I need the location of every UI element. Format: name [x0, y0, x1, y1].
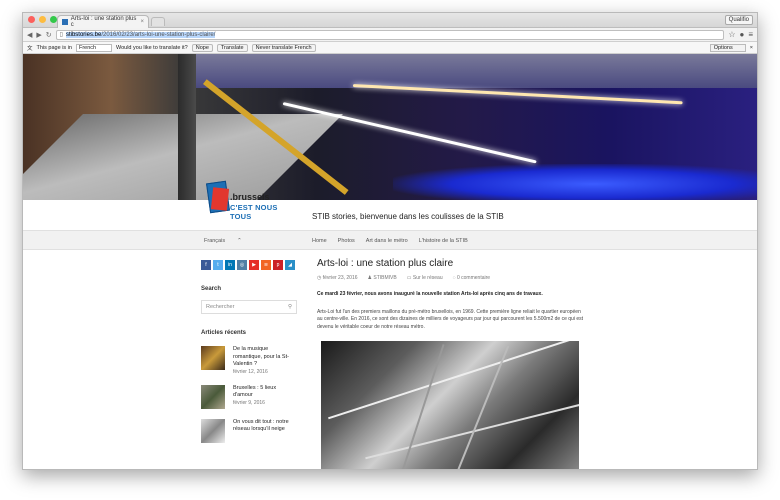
- favicon-icon: [62, 19, 68, 25]
- logo-text-bottom: C'EST NOUS TOUS: [230, 203, 278, 221]
- translate-icon: 文: [27, 45, 33, 52]
- bookmark-star-icon[interactable]: ☆: [728, 30, 735, 39]
- translate-bar: 文 This page is in French Would you like …: [23, 42, 757, 54]
- forward-icon[interactable]: ▶: [36, 31, 41, 39]
- tab-bar: Arts-loi : une station plus c × Qualifio: [23, 13, 757, 28]
- clock-icon: ◷: [317, 275, 322, 281]
- close-tab-icon[interactable]: ×: [140, 19, 144, 25]
- facebook-icon[interactable]: f: [201, 260, 211, 270]
- logo-mark-red: [210, 187, 230, 211]
- comment-icon: ◌: [452, 275, 456, 281]
- recent-thumbnail: [201, 418, 225, 443]
- recent-date: février 9, 2016: [233, 399, 265, 406]
- hero-pillar: [178, 54, 196, 200]
- photo-line: [399, 344, 445, 469]
- tab-title: Arts-loi : une station plus c: [70, 16, 137, 28]
- url-input[interactable]: ▯ stibstories.be/2016/02/23/arts-loi-une…: [55, 29, 725, 40]
- search-icon[interactable]: ⚲: [288, 304, 292, 310]
- close-translate-icon[interactable]: ×: [750, 45, 753, 51]
- post-article: Arts-loi : une station plus claire ◷ fév…: [317, 258, 587, 469]
- window-controls: [28, 16, 57, 23]
- nav-item-art[interactable]: Art dans le métro: [366, 238, 408, 244]
- language-select[interactable]: French: [75, 43, 112, 52]
- recent-title[interactable]: On vous dit tout : notre réseau lorsqu'i…: [233, 419, 297, 434]
- search-heading: Search: [201, 286, 222, 292]
- instagram-icon[interactable]: ◎: [237, 260, 247, 270]
- post-photo: [321, 341, 579, 469]
- linkedin-icon[interactable]: in: [225, 260, 235, 270]
- translate-question: Would you like to translate it?: [115, 44, 188, 51]
- post-body: Arts-Loi fut l'un des premiers maillons …: [317, 308, 583, 330]
- pinterest-icon[interactable]: p: [273, 260, 283, 270]
- folder-icon: ▭: [406, 275, 412, 281]
- translate-button[interactable]: Translate: [216, 43, 248, 52]
- post-date[interactable]: février 23, 2016: [323, 275, 358, 281]
- recent-date: février 12, 2016: [233, 368, 268, 375]
- twitter-icon[interactable]: t: [213, 260, 223, 270]
- sidebar: f t in ◎ ▶ ≋ p ◢ Search Rechercher ⚲ Art…: [201, 260, 297, 443]
- chevron-up-icon: ⌃: [237, 238, 242, 244]
- post-comments[interactable]: 0 commentaire: [457, 275, 490, 281]
- main-nav: Français ⌃ Home Photos Art dans le métro…: [23, 230, 757, 250]
- extra-social-icon[interactable]: ◢: [285, 260, 295, 270]
- nav-item-history[interactable]: L'histoire de la STIB: [419, 238, 468, 244]
- photo-line: [328, 341, 579, 420]
- youtube-icon[interactable]: ▶: [249, 260, 259, 270]
- maximize-window-button[interactable]: [50, 16, 57, 23]
- search-placeholder: Rechercher: [206, 304, 235, 310]
- minimize-window-button[interactable]: [39, 16, 46, 23]
- close-window-button[interactable]: [28, 16, 35, 23]
- nav-item-home[interactable]: Home: [312, 238, 327, 244]
- hero-blue-light: [393, 164, 757, 200]
- list-item[interactable]: Bruxelles : 5 lieux d'amour février 9, 2…: [201, 384, 297, 409]
- list-item[interactable]: On vous dit tout : notre réseau lorsqu'i…: [201, 418, 297, 443]
- recent-thumbnail: [201, 384, 225, 409]
- menu: Home Photos Art dans le métro L'histoire…: [312, 238, 468, 244]
- url-host: stibstories.be: [65, 31, 102, 38]
- nav-item-photos[interactable]: Photos: [338, 238, 355, 244]
- logo-text-top: .brussels: [230, 192, 270, 202]
- social-icons: f t in ◎ ▶ ≋ p ◢: [201, 260, 297, 270]
- reload-icon[interactable]: ↻: [46, 31, 52, 39]
- translate-label: This page is in: [36, 44, 72, 51]
- browser-window: Arts-loi : une station plus c × Qualifio…: [22, 12, 758, 470]
- nope-button[interactable]: Nope: [191, 43, 213, 52]
- recent-title[interactable]: De la musique romantique, pour la St-Val…: [233, 346, 297, 369]
- site-header: .brussels C'EST NOUS TOUS STIB stories, …: [23, 180, 757, 230]
- photo-line: [454, 345, 510, 469]
- browser-tab[interactable]: Arts-loi : une station plus c ×: [57, 15, 149, 28]
- extension-icon[interactable]: ●: [739, 30, 744, 39]
- post-title: Arts-loi : une station plus claire: [317, 258, 454, 269]
- post-lead: Ce mardi 23 février, nous avons inauguré…: [317, 291, 587, 299]
- address-bar: ◀ ▶ ↻ ▯ stibstories.be/2016/02/23/arts-l…: [23, 28, 757, 42]
- post-category[interactable]: Sur le réseau: [413, 275, 443, 281]
- menu-icon[interactable]: ≡: [748, 30, 753, 39]
- rss-icon[interactable]: ≋: [261, 260, 271, 270]
- hero-image: [23, 54, 757, 200]
- url-path: /2016/02/23/arts-loi-une-station-plus-cl…: [101, 31, 216, 38]
- language-switcher[interactable]: Français ⌃: [204, 238, 242, 244]
- profile-button[interactable]: Qualifio: [724, 15, 753, 25]
- recent-thumbnail: [201, 346, 225, 370]
- post-meta: ◷ février 23, 2016 ♟ STIBMIVB ▭ Sur le r…: [317, 275, 587, 281]
- page-content: f t in ◎ ▶ ≋ p ◢ Search Rechercher ⚲ Art…: [23, 250, 757, 469]
- search-input[interactable]: Rechercher ⚲: [201, 300, 297, 314]
- hero-ceiling: [193, 54, 757, 88]
- site-tagline: STIB stories, bienvenue dans les couliss…: [312, 212, 504, 221]
- site-logo[interactable]: .brussels C'EST NOUS TOUS: [206, 180, 293, 226]
- user-icon: ♟: [367, 275, 372, 281]
- back-icon[interactable]: ◀: [27, 31, 32, 39]
- never-translate-button[interactable]: Never translate French: [251, 43, 316, 52]
- recent-title[interactable]: Bruxelles : 5 lieux d'amour: [233, 385, 297, 400]
- language-label: Français: [204, 238, 226, 244]
- new-tab-button[interactable]: [151, 17, 165, 26]
- post-lead-text: Ce mardi 23 février, nous avons inauguré…: [317, 291, 543, 297]
- options-select[interactable]: Options: [709, 43, 746, 52]
- recent-heading: Articles récents: [201, 330, 247, 336]
- list-item[interactable]: De la musique romantique, pour la St-Val…: [201, 346, 297, 375]
- page-icon: ▯: [59, 32, 63, 38]
- recent-list: De la musique romantique, pour la St-Val…: [201, 346, 297, 443]
- post-author[interactable]: STIBMIVB: [373, 275, 396, 281]
